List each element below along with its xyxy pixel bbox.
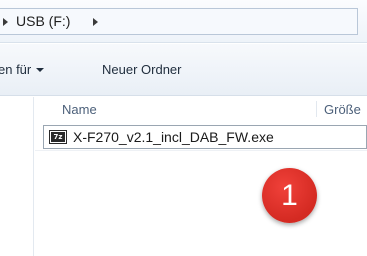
- share-with-label: en für: [0, 62, 32, 77]
- command-bar: en für Neuer Ordner: [0, 44, 367, 96]
- breadcrumb[interactable]: USB (F:): [0, 8, 358, 35]
- explorer-window: USB (F:) en für Neuer Ordner Name Größe …: [0, 0, 367, 256]
- 7z-logo: 7z: [51, 132, 65, 142]
- chevron-right-icon[interactable]: [93, 18, 98, 26]
- new-folder-button[interactable]: Neuer Ordner: [102, 62, 181, 77]
- step-number-badge: 1: [262, 168, 317, 223]
- column-size[interactable]: Größe: [324, 102, 361, 117]
- file-row[interactable]: 7z X-F270_v2.1_incl_DAB_FW.exe: [43, 125, 367, 149]
- column-name[interactable]: Name: [62, 102, 97, 117]
- chevron-down-icon: [36, 68, 45, 72]
- 7z-archive-icon: 7z: [49, 130, 67, 144]
- share-with-button[interactable]: en für: [0, 62, 45, 77]
- navigation-pane[interactable]: [0, 97, 34, 256]
- file-name: X-F270_v2.1_incl_DAB_FW.exe: [73, 129, 274, 145]
- address-bar: USB (F:): [0, 0, 367, 43]
- column-header: Name Größe: [35, 97, 367, 121]
- file-list-area[interactable]: [35, 150, 367, 242]
- chevron-right-icon[interactable]: [3, 18, 8, 26]
- column-divider[interactable]: [316, 101, 317, 117]
- breadcrumb-item-usb[interactable]: USB (F:): [16, 13, 70, 29]
